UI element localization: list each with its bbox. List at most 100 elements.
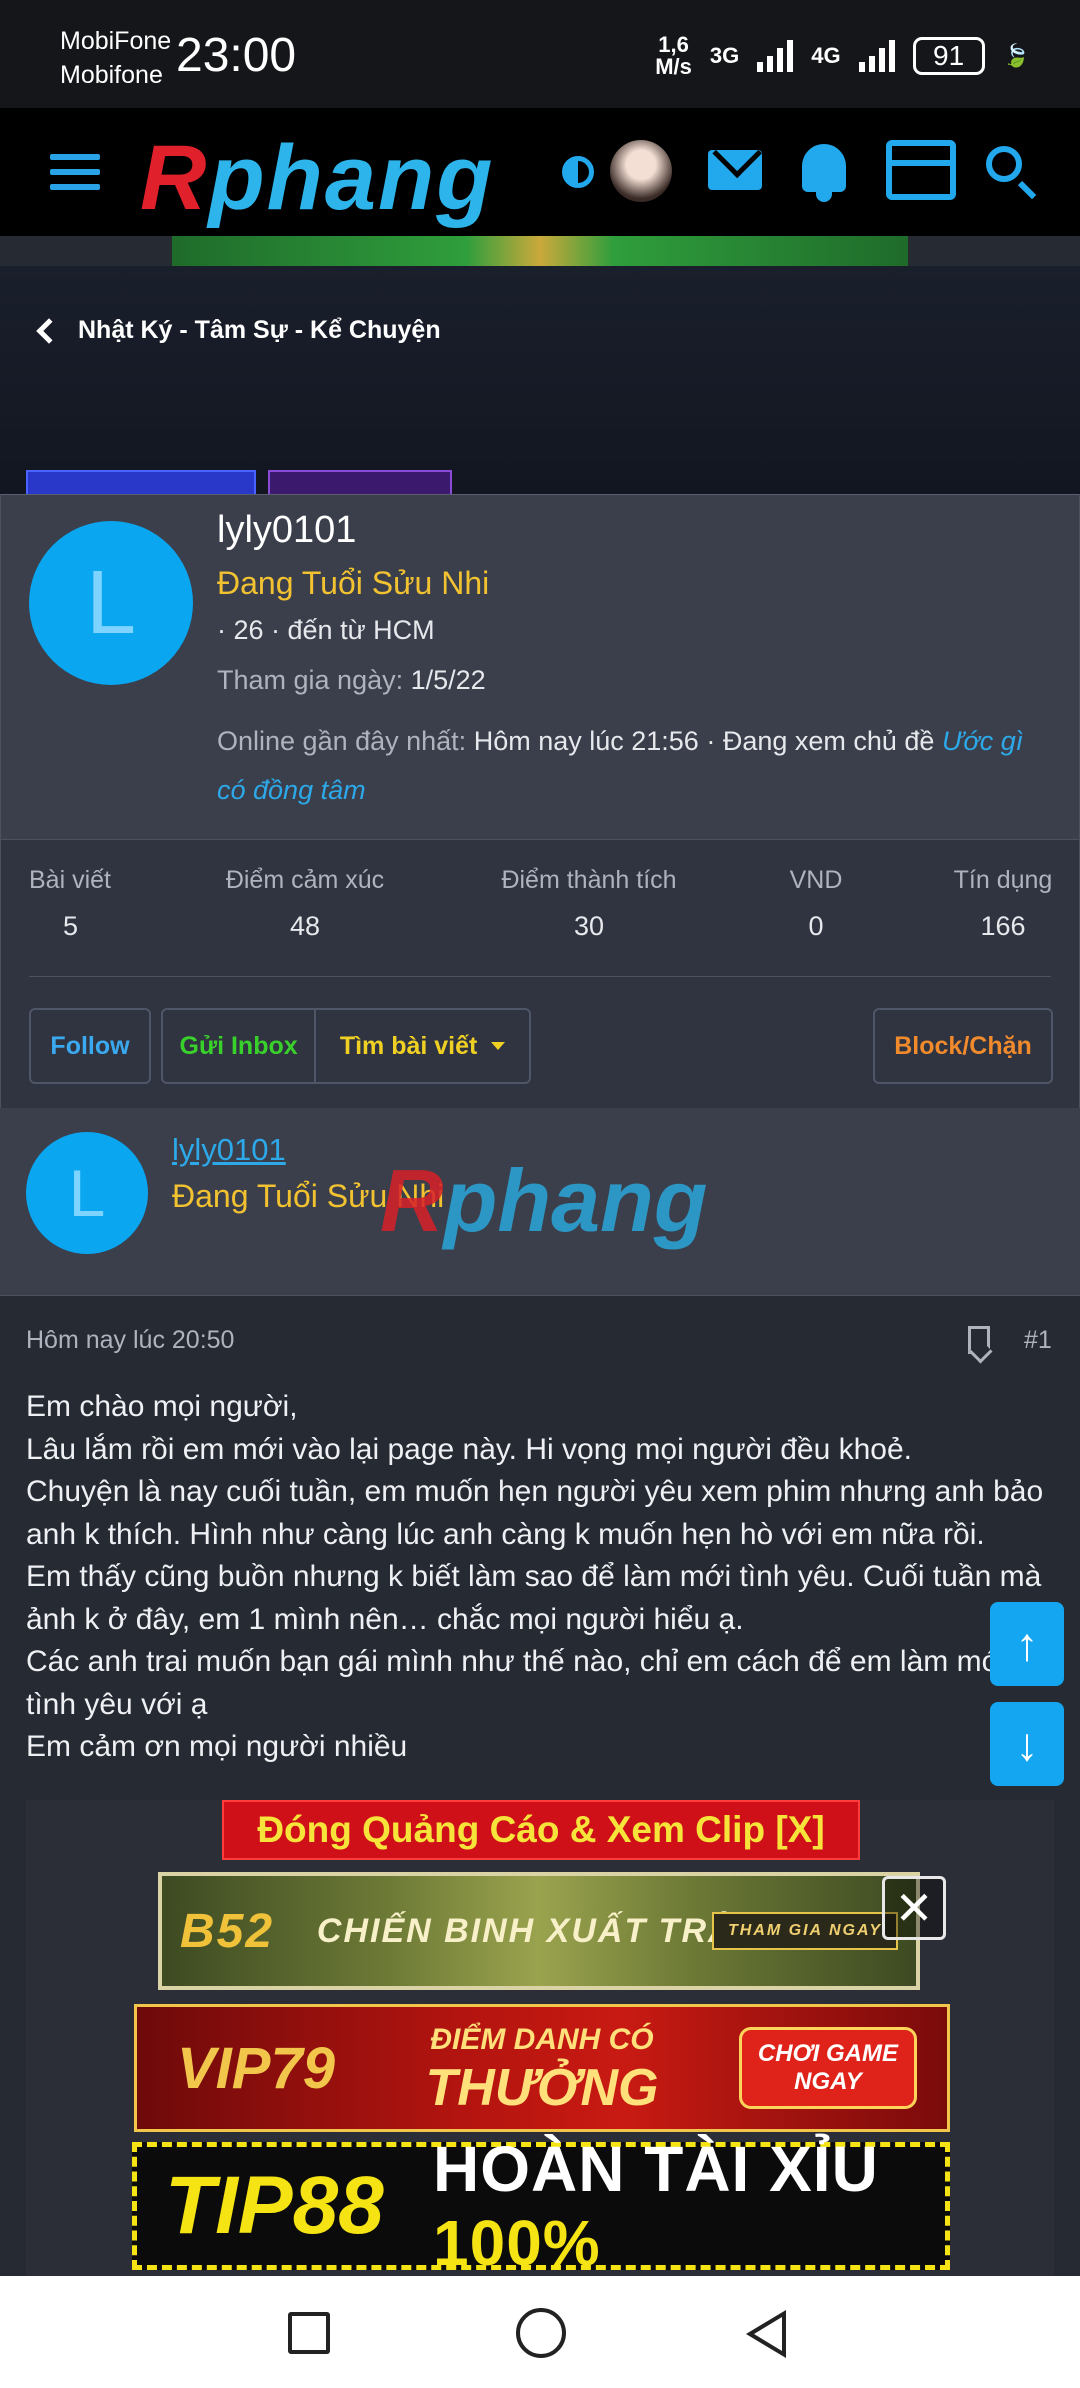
avatar[interactable]: L	[29, 521, 193, 685]
stat-credit: Tín dụng 166	[951, 866, 1055, 942]
leaf-icon: 🍃	[1002, 43, 1030, 68]
ad-cta: CHƠI GAME NGAY	[738, 2027, 917, 2109]
speed-value: 1,6	[658, 32, 689, 57]
stat-label: VND	[789, 866, 843, 894]
find-posts-button[interactable]: Tìm bài viết	[316, 1010, 529, 1082]
post-line: Chuyện là nay cuối tuần, em muốn hẹn ngư…	[26, 1475, 1044, 1551]
stat-value: 30	[573, 911, 605, 941]
carrier-1: MobiFone	[60, 27, 172, 55]
divider	[29, 976, 1051, 977]
joined-label: Tham gia ngày:	[217, 665, 404, 695]
breadcrumb[interactable]: Nhật Ký - Tâm Sự - Kể Chuyện	[36, 316, 441, 345]
back-icon[interactable]	[746, 2310, 786, 2358]
follow-button[interactable]: Follow	[29, 1008, 151, 1084]
author-username[interactable]: lyly0101	[172, 1132, 286, 1168]
bookmark-icon[interactable]	[968, 1326, 990, 1354]
ad-text-percent: 100%	[433, 2207, 601, 2279]
watermark-rest: phang	[443, 1151, 708, 1250]
watermark-r: R	[380, 1151, 444, 1250]
post-author: L lyly0101 Đang Tuổi Sửu Nhi Rphang	[0, 1108, 1080, 1296]
member-last-seen: Online gần đây nhất: Hôm nay lúc 21:56 ·…	[217, 717, 1057, 815]
ad-cta: THAM GIA NGAY	[712, 1912, 898, 1950]
home-icon[interactable]	[516, 2308, 566, 2358]
stat-value: 0	[808, 911, 824, 941]
avatar-letter: L	[68, 1156, 106, 1230]
ad-text: HOÀN TÀI XỈU 100%	[433, 2132, 945, 2280]
arrow-down-icon: ↓	[1015, 1718, 1039, 1770]
store-icon[interactable]	[886, 140, 956, 200]
joined-value: 1/5/22	[410, 665, 486, 695]
logo-rest: phang	[208, 127, 495, 229]
close-ad-label[interactable]: Đóng Quảng Cáo & Xem Clip [X]	[222, 1800, 860, 1860]
post-message: Hôm nay lúc 20:50 #1 Em chào mọi người, …	[0, 1296, 1080, 2279]
member-username[interactable]: lyly0101	[217, 509, 356, 552]
mail-icon[interactable]	[708, 150, 762, 190]
ad-line-2: THƯỞNG	[425, 2059, 659, 2117]
ad-brand: TIP88	[165, 2160, 384, 2251]
online-label: Online gần đây nhất:	[217, 726, 467, 756]
ad-cta-line-2: NGAY	[794, 2068, 862, 2095]
ad-banner-tip88[interactable]: TIP88 HOÀN TÀI XỈU 100%	[132, 2133, 950, 2279]
logo-r: R	[140, 127, 209, 229]
stat-vnd: VND 0	[789, 866, 843, 942]
send-inbox-button[interactable]: Gửi Inbox	[163, 1010, 317, 1082]
signal-icon-2	[858, 40, 895, 72]
member-tooltip-card: L lyly0101 Đang Tuổi Sửu Nhi · 26 · đến …	[0, 494, 1080, 1109]
stat-value: 48	[289, 911, 321, 941]
search-icon[interactable]	[986, 146, 1022, 182]
stat-label: Điểm cảm xúc	[225, 866, 385, 894]
ad-cta-line-1: CHƠI GAME	[757, 2040, 898, 2067]
bell-icon[interactable]	[802, 144, 846, 202]
status-bar: MobiFone Mobifone 23:00 1,6 M/s 3G 4G 91…	[0, 0, 1080, 108]
post-line: Em thấy cũng buồn nhưng k biết làm sao đ…	[26, 1560, 1042, 1636]
menu-icon[interactable]	[50, 154, 100, 190]
speed-unit: M/s	[655, 54, 692, 79]
recent-apps-icon[interactable]	[288, 2312, 330, 2354]
post-date[interactable]: Hôm nay lúc 20:50	[26, 1326, 234, 1355]
user-avatar[interactable]	[610, 140, 672, 202]
ad-line-1: ĐIỂM DANH CÓ	[430, 2023, 654, 2056]
member-meta: · 26 · đến từ HCM	[217, 615, 435, 645]
logo-watermark: Rphang	[380, 1150, 708, 1252]
post-line: Em cảm ơn mọi người nhiều	[26, 1730, 408, 1763]
stat-label: Bài viết	[29, 866, 111, 894]
avatar[interactable]: L	[26, 1132, 148, 1254]
system-navigation-bar	[0, 2276, 1080, 2388]
arrow-up-icon: ↑	[1015, 1618, 1039, 1670]
ad-text: CHIẾN BINH XUẤT TRẬN	[316, 1911, 762, 1950]
ad-banner-vip79[interactable]: VIP79 ĐIỂM DANH CÓ THƯỞNG CHƠI GAME NGAY	[134, 2004, 950, 2132]
scroll-top-button[interactable]: ↑	[990, 1602, 1064, 1686]
block-button[interactable]: Block/Chặn	[873, 1008, 1053, 1084]
stat-reactions: Điểm cảm xúc 48	[221, 866, 389, 942]
avatar-letter: L	[85, 552, 137, 653]
status-indicators: 1,6 M/s 3G 4G 91 🍃	[655, 34, 1030, 78]
top-navbar: Rphang	[0, 108, 1080, 236]
member-joined: Tham gia ngày: 1/5/22	[217, 665, 486, 696]
signal-icon	[757, 40, 794, 72]
post-number[interactable]: #1	[1024, 1326, 1052, 1355]
ad-container: Đóng Quảng Cáo & Xem Clip [X] B52 CHIẾN …	[26, 1800, 1054, 2279]
network-speed: 1,6 M/s	[655, 34, 692, 78]
member-stats: Bài viết 5 Điểm cảm xúc 48 Điểm thành tí…	[1, 839, 1079, 1109]
ad-banner-b52[interactable]: B52 CHIẾN BINH XUẤT TRẬN THAM GIA NGAY	[158, 1872, 920, 1990]
clock: 23:00	[176, 29, 297, 82]
scroll-bottom-button[interactable]: ↓	[990, 1702, 1064, 1786]
ad-brand: B52	[180, 1904, 275, 1958]
post-line: Em chào mọi người,	[26, 1390, 298, 1423]
member-info: L lyly0101 Đang Tuổi Sửu Nhi · 26 · đến …	[1, 495, 1079, 839]
stat-value: 5	[63, 911, 79, 941]
online-value: Hôm nay lúc 21:56 · Đang xem chủ đề	[473, 726, 935, 756]
member-action-group: Gửi Inbox Tìm bài viết	[161, 1008, 531, 1084]
ad-brand: VIP79	[177, 2035, 335, 2101]
theme-toggle-icon[interactable]	[562, 156, 594, 188]
caret-down-icon	[491, 1042, 506, 1050]
member-title: Đang Tuổi Sửu Nhi	[217, 565, 490, 601]
stat-trophies: Điểm thành tích 30	[497, 866, 681, 942]
post-line: Lâu lắm rồi em mới vào lại page này. Hi …	[26, 1432, 912, 1466]
stat-value: 166	[980, 911, 1026, 941]
ad-text-main: HOÀN TÀI XỈU	[433, 2133, 879, 2205]
close-icon[interactable]: ✕	[882, 1876, 946, 1940]
site-logo[interactable]: Rphang	[140, 126, 494, 231]
top-ad-banner[interactable]	[172, 236, 908, 266]
page-header-background	[0, 266, 1080, 496]
